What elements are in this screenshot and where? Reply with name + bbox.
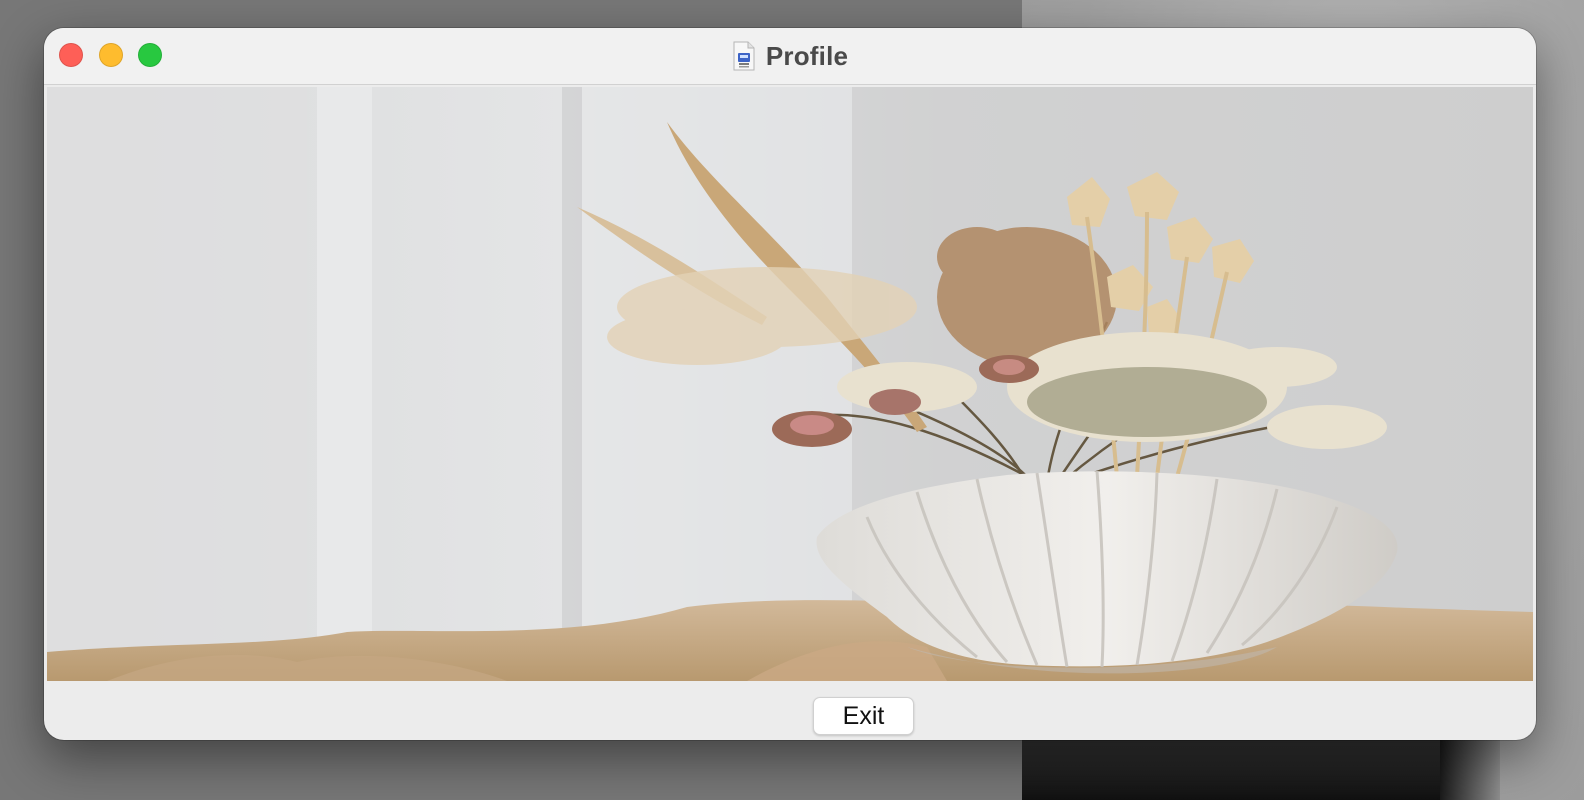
profile-photo [47, 87, 1533, 681]
document-icon [733, 41, 755, 71]
desktop-dark-edge [1440, 740, 1500, 800]
desktop-dark-region [1022, 740, 1462, 800]
window-title: Profile [765, 40, 849, 71]
profile-window: Profile Exit [44, 28, 1536, 740]
exit-button[interactable]: Exit [813, 697, 914, 735]
profile-image [47, 87, 1533, 681]
title-bar[interactable]: Profile [44, 28, 1536, 85]
title-group: Profile [44, 28, 1536, 84]
